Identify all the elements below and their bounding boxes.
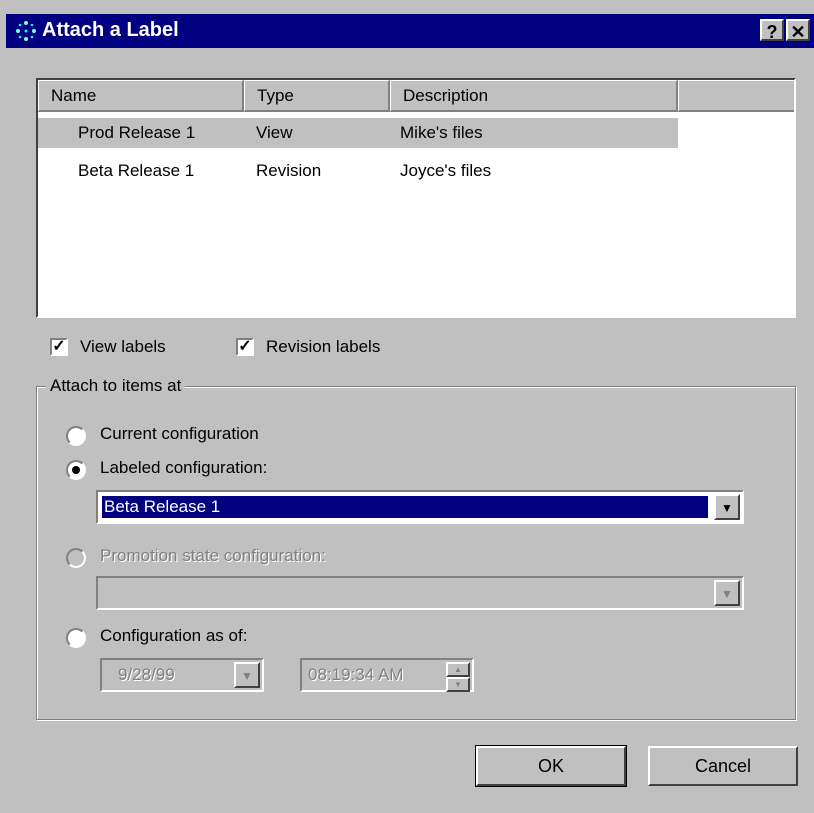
row-name: Prod Release 1	[78, 123, 196, 142]
view-labels-label[interactable]: View labels	[80, 337, 166, 357]
column-header-description[interactable]: Description	[390, 80, 678, 112]
promotion-state-dropdown[interactable]: ▼	[96, 576, 744, 610]
time-field[interactable]: 08:19:34 AM ▲ ▼	[300, 658, 474, 692]
row-name: Beta Release 1	[78, 161, 195, 180]
group-title: Attach to items at	[46, 376, 186, 396]
chevron-down-icon[interactable]: ▼	[714, 580, 740, 606]
configuration-as-of-label[interactable]: Configuration as of:	[100, 626, 247, 646]
date-dropdown[interactable]: 9/28/99 ▼	[100, 658, 264, 692]
list-row[interactable]: Beta Release 1 Revision Joyce's files	[38, 156, 678, 186]
promotion-state-label: Promotion state configuration:	[100, 546, 326, 565]
date-value: 9/28/99	[118, 665, 175, 684]
promotion-state-value	[102, 582, 708, 604]
promotion-state-radio[interactable]	[66, 548, 86, 568]
row-description: Mike's files	[400, 123, 483, 142]
view-labels-checkbox[interactable]: ✓	[50, 338, 68, 356]
time-value: 08:19:34 AM	[308, 665, 404, 684]
configuration-as-of-radio[interactable]	[66, 628, 86, 648]
cancel-button[interactable]: Cancel	[648, 746, 798, 786]
radio-selected-dot	[72, 466, 80, 474]
help-button[interactable]: ?	[760, 19, 784, 42]
row-type: Revision	[256, 161, 322, 180]
label-list[interactable]: Name Type Description Prod Release 1 Vie…	[36, 78, 796, 318]
chevron-down-icon[interactable]: ▼	[714, 494, 740, 520]
labeled-configuration-radio[interactable]	[66, 460, 86, 480]
spin-down-icon[interactable]: ▼	[446, 677, 470, 692]
labeled-configuration-label[interactable]: Labeled configuration:	[100, 458, 267, 478]
row-description: Joyce's files	[400, 161, 492, 180]
column-header-empty	[678, 80, 794, 112]
current-configuration-label[interactable]: Current configuration	[100, 424, 259, 444]
labeled-configuration-dropdown[interactable]: Beta Release 1 ▼	[96, 490, 744, 524]
row-type: View	[256, 123, 293, 142]
ok-button[interactable]: OK	[475, 745, 627, 787]
spin-up-icon[interactable]: ▲	[446, 662, 470, 677]
labeled-configuration-value: Beta Release 1	[101, 495, 709, 519]
revision-labels-label[interactable]: Revision labels	[266, 337, 380, 357]
time-spinner[interactable]: ▲ ▼	[446, 662, 470, 692]
column-header-type[interactable]: Type	[244, 80, 390, 112]
list-row[interactable]: Prod Release 1 View Mike's files	[38, 118, 678, 148]
revision-labels-checkbox[interactable]: ✓	[236, 338, 254, 356]
close-button[interactable]: ✕	[786, 19, 810, 42]
column-header-name[interactable]: Name	[38, 80, 244, 112]
current-configuration-radio[interactable]	[66, 426, 86, 446]
sparkle-icon	[14, 19, 38, 43]
title-bar[interactable]: Attach a Label ? ✕	[6, 14, 814, 48]
window-title: Attach a Label	[42, 19, 179, 41]
chevron-down-icon[interactable]: ▼	[234, 662, 260, 688]
